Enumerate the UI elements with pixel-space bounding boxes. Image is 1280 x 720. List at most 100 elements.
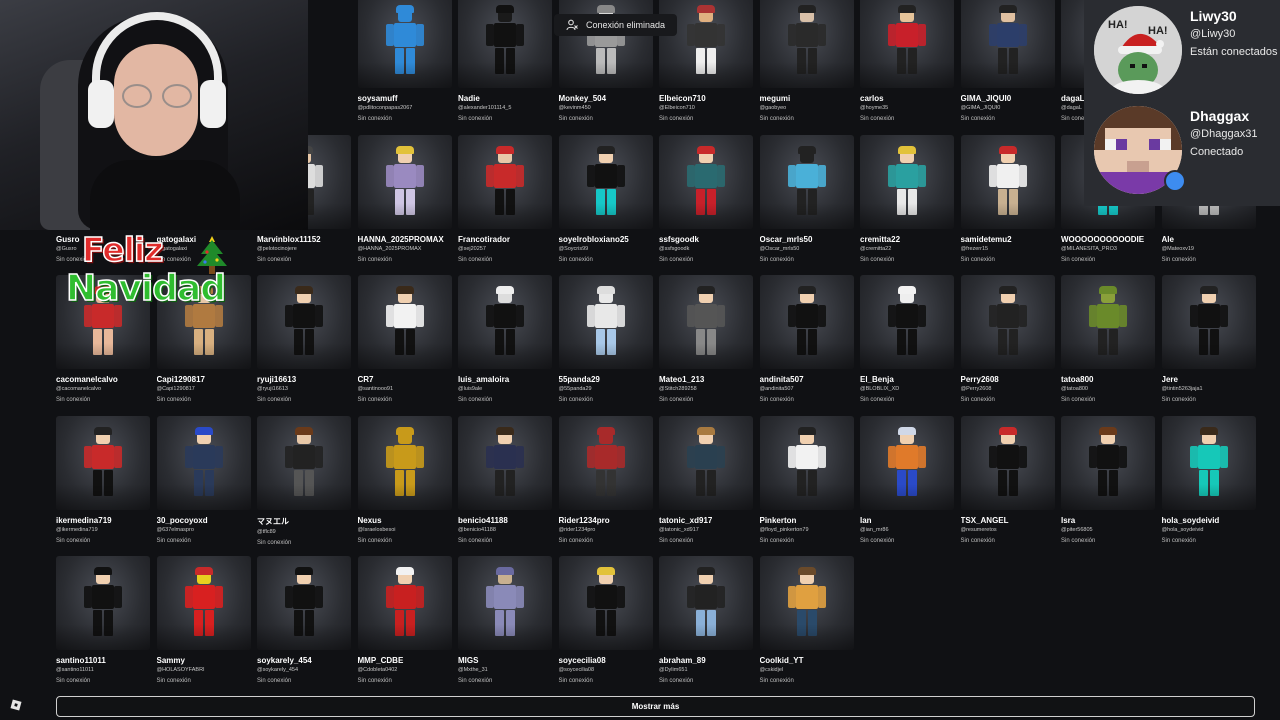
friend-name[interactable]: Ian bbox=[860, 516, 954, 525]
friend-card[interactable]: GIMA_JIQUI0 @GIMA_JIQUI0 Sin conexión bbox=[960, 0, 1055, 134]
friend-card[interactable]: soyelrobloxiano25 @Soycris99 Sin conexión bbox=[558, 134, 653, 275]
friend-name[interactable]: Elbeicon710 bbox=[659, 94, 753, 103]
friend-avatar-thumbnail[interactable] bbox=[860, 415, 954, 510]
friend-card[interactable]: El_Benja @BLOBLIX_XD Sin conexión bbox=[860, 275, 954, 415]
friend-avatar-thumbnail[interactable] bbox=[257, 415, 351, 510]
friend-name[interactable]: hola_soydeivid bbox=[1162, 516, 1256, 525]
friend-card[interactable]: Perry2608 @Perry2608 Sin conexión bbox=[960, 275, 1055, 415]
friend-name[interactable]: Coolkid_YT bbox=[760, 656, 854, 665]
friend-avatar-thumbnail[interactable] bbox=[458, 556, 552, 650]
friend-avatar-thumbnail[interactable] bbox=[860, 0, 954, 88]
friend-name[interactable]: luis_amaloira bbox=[458, 375, 552, 384]
friend-card[interactable]: Sammy @HOLASOYFABRI Sin conexión bbox=[156, 556, 251, 696]
friend-avatar-thumbnail[interactable] bbox=[860, 275, 954, 369]
friend-avatar-thumbnail[interactable] bbox=[1161, 415, 1256, 510]
friend-card[interactable]: ikermedina719 @ikermedina719 Sin conexión bbox=[56, 415, 150, 556]
friend-avatar-thumbnail[interactable] bbox=[558, 415, 653, 510]
friend-card[interactable]: Jere @tintin5263jaja1 Sin conexión bbox=[1161, 275, 1256, 415]
friend-card[interactable]: ssfsgoodk @ssfsgoodk Sin conexión bbox=[659, 134, 753, 275]
friend-card[interactable]: soysamuff @pdlitoconpapas2067 Sin conexión bbox=[357, 0, 452, 134]
friend-card[interactable]: andinita507 @andinita507 Sin conexión bbox=[759, 275, 854, 415]
friend-avatar-thumbnail[interactable] bbox=[759, 0, 854, 88]
friend-avatar-thumbnail[interactable] bbox=[458, 134, 552, 229]
friend-card[interactable]: cremitta22 @cremitta22 Sin conexión bbox=[860, 134, 954, 275]
friend-avatar-thumbnail[interactable] bbox=[860, 134, 954, 229]
friend-card[interactable]: soycecilia08 @soycecilia08 Sin conexión bbox=[558, 556, 653, 696]
friend-name[interactable]: benicio41188 bbox=[458, 516, 552, 525]
friend-avatar-thumbnail[interactable] bbox=[357, 415, 452, 510]
friend-card[interactable]: carlos @hoyme35 Sin conexión bbox=[860, 0, 954, 134]
friend-avatar-thumbnail[interactable] bbox=[659, 556, 753, 650]
friend-name[interactable]: Monkey_504 bbox=[559, 94, 653, 103]
friend-card[interactable]: Oscar_mrls50 @Oscar_mrls50 Sin conexión bbox=[759, 134, 854, 275]
friend-name[interactable]: Rider1234pro bbox=[559, 516, 653, 525]
friend-name[interactable]: Ale bbox=[1162, 235, 1256, 244]
friend-card[interactable]: samidetemu2 @frezerr15 Sin conexión bbox=[960, 134, 1055, 275]
friend-card[interactable]: tatonic_xd917 @tatonic_xd917 Sin conexión bbox=[659, 415, 753, 556]
friend-avatar-thumbnail[interactable] bbox=[558, 275, 653, 369]
friend-card[interactable]: luis_amaloira @luis9ale Sin conexión bbox=[458, 275, 552, 415]
friend-avatar-thumbnail[interactable] bbox=[1061, 415, 1155, 510]
friend-name[interactable]: ryuji16613 bbox=[257, 375, 351, 384]
friend-avatar-thumbnail[interactable] bbox=[960, 275, 1055, 369]
friend-name[interactable]: Francotirador bbox=[458, 235, 552, 244]
friend-avatar-thumbnail[interactable] bbox=[56, 556, 150, 650]
friend-name[interactable]: andinita507 bbox=[760, 375, 854, 384]
friend-card[interactable]: Isra @piter56805 Sin conexión bbox=[1061, 415, 1155, 556]
friend-name[interactable]: ikermedina719 bbox=[56, 516, 150, 525]
friend-avatar-thumbnail[interactable] bbox=[357, 275, 452, 369]
friend-avatar-thumbnail[interactable] bbox=[960, 415, 1055, 510]
show-more-button[interactable]: Mostrar más bbox=[56, 696, 1255, 717]
friend-avatar-thumbnail[interactable] bbox=[257, 556, 351, 650]
friend-name[interactable]: Nexus bbox=[358, 516, 452, 525]
friend-name[interactable]: soyelrobloxiano25 bbox=[559, 235, 653, 244]
friend-card[interactable]: Rider1234pro @rider1234pro Sin conexión bbox=[558, 415, 653, 556]
friend-name[interactable]: Capi1290817 bbox=[157, 375, 251, 384]
friend-name[interactable]: tatoa800 bbox=[1061, 375, 1155, 384]
friend-name[interactable]: ssfsgoodk bbox=[659, 235, 753, 244]
friend-avatar-thumbnail[interactable] bbox=[458, 275, 552, 369]
friend-avatar-thumbnail[interactable] bbox=[558, 134, 653, 229]
friend-avatar-thumbnail[interactable] bbox=[558, 556, 653, 650]
friend-avatar-thumbnail[interactable] bbox=[659, 134, 753, 229]
friend-avatar-thumbnail[interactable] bbox=[1061, 275, 1155, 369]
friend-name[interactable]: Nadie bbox=[458, 94, 552, 103]
friend-card[interactable]: Pinkerton @floyd_pinkerton79 Sin conexión bbox=[759, 415, 854, 556]
friend-avatar-thumbnail[interactable] bbox=[257, 275, 351, 369]
friend-name[interactable]: tatonic_xd917 bbox=[659, 516, 753, 525]
friend-card[interactable]: santino11011 @santino11011 Sin conexión bbox=[56, 556, 150, 696]
friend-avatar-thumbnail[interactable] bbox=[960, 0, 1055, 88]
friend-card[interactable]: 30_pocoyoxd @637elmaspro Sin conexión bbox=[156, 415, 251, 556]
friend-avatar-thumbnail[interactable] bbox=[659, 415, 753, 510]
friend-name[interactable]: cacomanelcalvo bbox=[56, 375, 150, 384]
friend-card[interactable]: Coolkid_YT @cskidjel Sin conexión bbox=[759, 556, 854, 696]
friend-name[interactable]: megumi bbox=[760, 94, 854, 103]
friend-name[interactable]: 55panda29 bbox=[559, 375, 653, 384]
friend-avatar-thumbnail[interactable] bbox=[759, 556, 854, 650]
friend-name[interactable]: Jere bbox=[1162, 375, 1256, 384]
friend-card[interactable]: hola_soydeivid @hola_soydeivid Sin conexió… bbox=[1161, 415, 1256, 556]
friend-avatar-thumbnail[interactable] bbox=[156, 415, 251, 510]
friend-card[interactable]: abraham_89 @Dylim651 Sin conexión bbox=[659, 556, 753, 696]
friend-name[interactable]: MMP_CDBE bbox=[358, 656, 452, 665]
friend-avatar-thumbnail[interactable] bbox=[56, 415, 150, 510]
friend-avatar-thumbnail[interactable] bbox=[759, 415, 854, 510]
friend-card[interactable]: Nadie @alexander101114_5 Sin conexión bbox=[458, 0, 552, 134]
friend-name[interactable]: Perry2608 bbox=[961, 375, 1055, 384]
friend-card[interactable]: tatoa800 @tatoa800 Sin conexión bbox=[1061, 275, 1155, 415]
friend-name[interactable]: HANNA_2025PROMAX bbox=[358, 235, 452, 244]
friend-avatar-thumbnail[interactable] bbox=[759, 134, 854, 229]
friend-name[interactable]: 30_pocoyoxd bbox=[157, 516, 251, 525]
voice-user-dhaggax[interactable]: Dhaggax @Dhaggax31 Conectado bbox=[1084, 100, 1280, 200]
friend-card[interactable]: マヌエル @tflc89 Sin conexión bbox=[257, 415, 351, 556]
friend-avatar-thumbnail[interactable] bbox=[960, 134, 1055, 229]
friend-name[interactable]: cremitta22 bbox=[860, 235, 954, 244]
friend-card[interactable]: MMP_CDBE @Cdobleta0402 Sin conexión bbox=[357, 556, 452, 696]
friend-name[interactable]: Sammy bbox=[157, 656, 251, 665]
friend-name[interactable]: TSX_ANGEL bbox=[961, 516, 1055, 525]
friend-name[interactable]: Oscar_mrls50 bbox=[760, 235, 854, 244]
friend-avatar-thumbnail[interactable] bbox=[357, 134, 452, 229]
friend-name[interactable]: Marvinblox11152 bbox=[257, 235, 351, 244]
friend-name[interactable]: CR7 bbox=[358, 375, 452, 384]
friend-name[interactable]: abraham_89 bbox=[659, 656, 753, 665]
